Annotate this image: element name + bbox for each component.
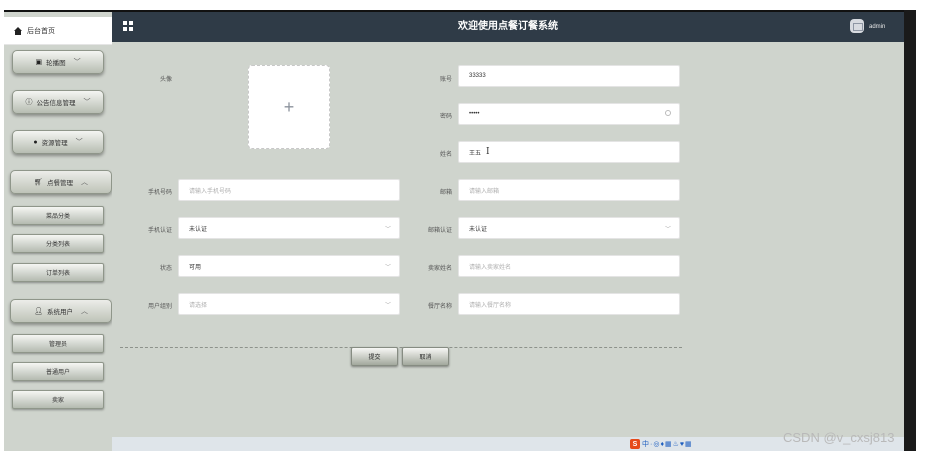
sidebar-menu-orders[interactable]: 🛒︎ 点餐管理 ︿ — [10, 170, 112, 194]
seller-name-input[interactable]: 请输入卖家姓名 — [458, 255, 680, 277]
user-group-label: 用户组别 — [147, 304, 172, 310]
chevron-down-icon: ﹀ — [384, 265, 391, 271]
sidebar-menu-label: 资源管理 — [41, 140, 68, 147]
avatar-upload[interactable]: + — [248, 65, 330, 149]
chevron-up-icon: ︿ — [80, 308, 88, 315]
sidebar-home-link[interactable]: 后台首页 — [4, 17, 112, 45]
sidebar-menu-label: 公告信息管理 — [36, 100, 76, 107]
email-label: 邮箱 — [439, 190, 452, 196]
sidebar-item-normal-user[interactable]: 普通用户 — [12, 362, 104, 381]
ime-toolbar-icons[interactable]: 中·◎♦▦♨♥▦ — [642, 439, 693, 449]
dot-icon: ● — [33, 138, 38, 146]
account-field[interactable]: 33333 — [458, 65, 680, 87]
sidebar-item-order-list[interactable]: 订单列表 — [12, 263, 104, 282]
home-icon — [14, 26, 22, 35]
email-verify-select[interactable]: 未认证 ﹀ — [458, 217, 680, 239]
eye-icon[interactable] — [665, 110, 671, 116]
restaurant-label: 餐厅名称 — [427, 304, 452, 310]
sidebar-menu-label: 系统用户 — [46, 309, 73, 316]
sidebar-menu-label: 点餐管理 — [46, 180, 73, 187]
password-value: ••••• — [469, 111, 480, 117]
plus-icon: + — [283, 96, 295, 117]
sidebar-item-label: 菜品分类 — [45, 214, 70, 220]
phone-verify-label: 手机认证 — [147, 228, 172, 234]
chevron-down-icon: ﹀ — [384, 227, 391, 233]
account-label: 账号 — [439, 77, 452, 83]
watermark: CSDN @v_cxsj813 — [783, 430, 895, 445]
phone-verify-value: 未认证 — [189, 226, 208, 233]
sidebar-menu-resources[interactable]: ● 资源管理 ﹀ — [12, 130, 104, 154]
user-group-select[interactable]: 请选择 ﹀ — [178, 293, 400, 315]
sidebar-home-label: 后台首页 — [27, 27, 55, 35]
submit-button[interactable]: 提交 — [351, 347, 398, 366]
chevron-down-icon: ﹀ — [664, 227, 671, 233]
seller-name-label: 卖家姓名 — [427, 266, 452, 272]
sidebar-item-seller[interactable]: 卖家 — [12, 390, 104, 409]
image-icon: ▣ — [35, 59, 43, 66]
sidebar-item-admin[interactable]: 管理员 — [12, 334, 104, 353]
sidebar-item-label: 订单列表 — [45, 271, 70, 277]
chevron-down-icon: ﹀ — [75, 139, 83, 146]
chevron-down-icon: ﹀ — [384, 303, 391, 309]
phone-label: 手机号码 — [147, 190, 172, 196]
sidebar-menu-announcements[interactable]: ⓘ 公告信息管理 ﹀ — [12, 90, 104, 114]
form-divider — [120, 347, 682, 348]
info-icon: ⓘ — [25, 99, 33, 106]
app-title: 欢迎使用点餐订餐系统 — [458, 21, 558, 32]
status-value: 可用 — [189, 264, 202, 271]
email-verify-value: 未认证 — [469, 226, 488, 233]
sidebar: 后台首页 ▣ 轮播图 ﹀ ⓘ 公告信息管理 ﹀ ● 资源管理 ﹀ 🛒︎ 点餐管理… — [4, 12, 112, 451]
cart-icon: 🛒︎ — [34, 179, 43, 186]
email-input[interactable]: 请输入邮箱 — [458, 179, 680, 201]
phone-verify-select[interactable]: 未认证 ﹀ — [178, 217, 400, 239]
email-verify-label: 邮箱认证 — [427, 228, 452, 234]
sogou-ime-icon[interactable]: S — [630, 439, 640, 449]
sidebar-item-label: 卖家 — [51, 398, 64, 404]
window-edge — [904, 10, 916, 451]
user-icon: 👤︎ — [34, 308, 43, 315]
user-group-placeholder: 请选择 — [189, 302, 208, 309]
sidebar-item-category-list[interactable]: 分类列表 — [12, 234, 104, 253]
user-name[interactable]: admin — [869, 12, 885, 42]
chevron-down-icon: ﹀ — [73, 59, 81, 66]
top-header: 欢迎使用点餐订餐系统 admin — [112, 12, 904, 42]
sidebar-item-label: 管理员 — [48, 342, 67, 348]
avatar-label: 头像 — [159, 77, 172, 83]
name-field[interactable]: 王五 I — [458, 141, 680, 163]
chevron-up-icon: ︿ — [80, 179, 88, 186]
chevron-down-icon: ﹀ — [83, 99, 91, 106]
avatar[interactable] — [850, 19, 864, 33]
sidebar-item-dish-category[interactable]: 菜品分类 — [12, 206, 104, 225]
sidebar-item-label: 普通用户 — [45, 370, 70, 376]
phone-input[interactable]: 请输入手机号码 — [178, 179, 400, 201]
ime-toolbar[interactable]: S 中·◎♦▦♨♥▦ — [630, 437, 693, 451]
name-label: 姓名 — [439, 152, 452, 158]
sidebar-menu-carousel[interactable]: ▣ 轮播图 ﹀ — [12, 50, 104, 74]
sidebar-menu-label: 轮播图 — [46, 60, 66, 67]
password-field[interactable]: ••••• — [458, 103, 680, 125]
password-label: 密码 — [439, 114, 452, 120]
cancel-button[interactable]: 取消 — [402, 347, 449, 366]
main-content: 头像 + 账号 33333 密码 ••••• 姓名 王五 I 手机号码 请输入手… — [112, 42, 904, 437]
status-select[interactable]: 可用 ﹀ — [178, 255, 400, 277]
restaurant-input[interactable]: 请输入餐厅名称 — [458, 293, 680, 315]
status-label: 状态 — [159, 266, 172, 272]
text-cursor-icon: I — [486, 147, 490, 157]
name-value: 王五 — [469, 150, 482, 157]
sidebar-menu-system-users[interactable]: 👤︎ 系统用户 ︿ — [10, 299, 112, 323]
sidebar-item-label: 分类列表 — [45, 242, 70, 248]
